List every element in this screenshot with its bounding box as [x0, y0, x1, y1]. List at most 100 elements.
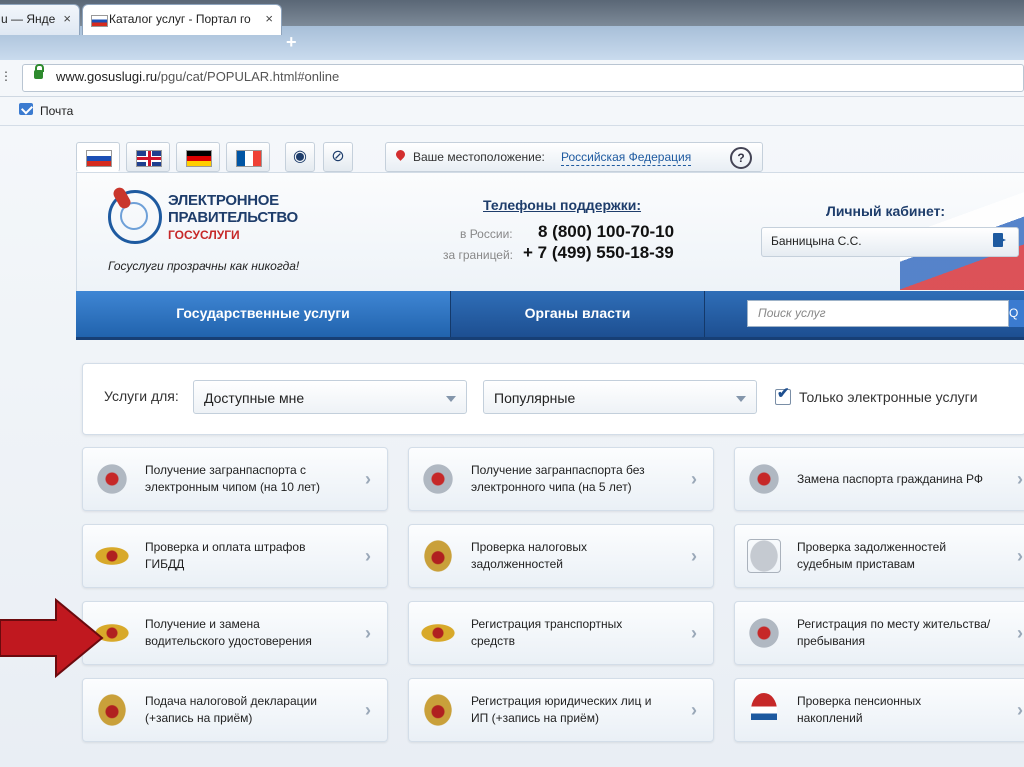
logout-icon[interactable] — [993, 233, 1003, 247]
only-electronic-label[interactable]: Только электронные услуги — [799, 389, 978, 405]
service-title[interactable]: Получение и замена водительского удостове… — [145, 616, 355, 650]
chevron-right-icon: › — [691, 546, 697, 566]
gosuslugi-logo-icon[interactable] — [108, 190, 162, 244]
support-phones-link[interactable]: Телефоны поддержки: — [483, 197, 641, 213]
service-title[interactable]: Регистрация транспортных средств — [471, 616, 681, 650]
service-title-line2: ГИБДД — [145, 557, 185, 571]
service-title-line2: задолженностей — [471, 557, 563, 571]
checkmark-icon: ✔ — [777, 385, 790, 402]
service-title[interactable]: Регистрация юридических лиц и ИП (+запись… — [471, 693, 681, 727]
category-select-value: Популярные — [494, 390, 576, 406]
migration-service-icon — [95, 462, 129, 496]
chevron-right-icon: › — [691, 469, 697, 489]
url-text[interactable]: www.gosuslugi.ru/pgu/cat/POPULAR.html#on… — [56, 69, 339, 84]
police-eagle-icon — [95, 539, 129, 573]
service-title-line1: Регистрация юридических лиц и — [471, 694, 652, 708]
service-title[interactable]: Проверка и оплата штрафов ГИБДД — [145, 539, 355, 573]
service-title-line1: Проверка пенсионных — [797, 694, 922, 708]
close-tab-icon[interactable]: × — [265, 5, 273, 33]
service-title[interactable]: Получение загранпаспорта с электронным чи… — [145, 462, 355, 496]
chevron-right-icon: › — [365, 623, 371, 643]
service-tile[interactable]: Проверка налоговых задолженностей › — [408, 524, 714, 588]
bookmark-mail[interactable]: Почта — [40, 104, 73, 118]
service-title-line2: судебным приставам — [797, 557, 915, 571]
support-russia-label: в России: — [460, 227, 513, 241]
mail-icon[interactable] — [19, 103, 33, 115]
service-title[interactable]: Подача налоговой декларации (+запись на п… — [145, 693, 355, 727]
service-title-line2: ИП (+запись на приём) — [471, 711, 599, 725]
audience-select-value: Доступные мне — [204, 390, 305, 406]
service-title-line1: Получение загранпаспорта без — [471, 463, 645, 477]
service-title[interactable]: Проверка задолженностей судебным пристава… — [797, 539, 1007, 573]
chevron-right-icon: › — [1017, 623, 1023, 643]
service-title-line2: (+запись на приём) — [145, 711, 253, 725]
language-english-button[interactable] — [126, 142, 170, 172]
language-german-button[interactable] — [176, 142, 220, 172]
service-tile[interactable]: Получение и замена водительского удостове… — [82, 601, 388, 665]
search-button[interactable]: Q — [1009, 300, 1024, 327]
tab-yandex[interactable]: u — Янде × — [0, 4, 80, 35]
service-title-line2: водительского удостоверения — [145, 634, 312, 648]
chevron-right-icon: › — [365, 700, 371, 720]
french-flag-icon — [236, 150, 262, 167]
service-title[interactable]: Замена паспорта гражданина РФ — [797, 471, 1007, 488]
migration-service-icon — [421, 462, 455, 496]
service-tile[interactable]: Получение загранпаспорта без электронного… — [408, 447, 714, 511]
tab-label: Каталог услуг - Портал го — [109, 12, 251, 26]
service-tile[interactable]: Проверка пенсионных накоплений › — [734, 678, 1024, 742]
support-russia-number: 8 (800) 100-70-10 — [538, 222, 675, 241]
service-tile[interactable]: Получение загранпаспорта с электронным чи… — [82, 447, 388, 511]
service-tile[interactable]: Проверка задолженностей судебным пристава… — [734, 524, 1024, 588]
location-label: Ваше местоположение: — [413, 150, 545, 164]
chevron-right-icon: › — [1017, 469, 1023, 489]
services-for-label: Услуги для: — [104, 388, 179, 404]
location-pin-icon — [394, 148, 407, 161]
service-title-line2: электронным чипом (на 10 лет) — [145, 480, 321, 494]
service-title[interactable]: Проверка налоговых задолженностей — [471, 539, 681, 573]
secure-lock-icon[interactable] — [34, 64, 44, 79]
german-flag-icon — [186, 150, 212, 167]
tab-gosuslugi-catalog[interactable]: Каталог услуг - Портал го × — [82, 4, 282, 35]
service-title-line2: электронного чипа (на 5 лет) — [471, 480, 632, 494]
chevron-right-icon: › — [365, 546, 371, 566]
search-input[interactable]: Поиск услуг — [747, 300, 1009, 327]
chevron-down-icon — [446, 396, 456, 402]
service-title[interactable]: Получение загранпаспорта без электронного… — [471, 462, 681, 496]
audience-select[interactable]: Доступные мне — [193, 380, 467, 414]
location-value[interactable]: Российская Федерация — [561, 149, 692, 166]
cabinet-user-name[interactable]: Банницына С.С. — [771, 234, 862, 248]
language-russian-button[interactable] — [76, 142, 120, 172]
nav-authorities[interactable]: Органы власти — [451, 291, 705, 337]
new-tab-button[interactable]: + — [286, 32, 297, 53]
service-title[interactable]: Проверка пенсионных накоплений — [797, 693, 1007, 727]
chevron-right-icon: › — [1017, 700, 1023, 720]
coat-of-arms-icon — [421, 539, 455, 573]
close-tab-icon[interactable]: × — [63, 5, 71, 33]
service-tile[interactable]: Проверка и оплата штрафов ГИБДД › — [82, 524, 388, 588]
service-tile[interactable]: Подача налоговой декларации (+запись на п… — [82, 678, 388, 742]
coat-of-arms-icon — [421, 693, 455, 727]
category-select[interactable]: Популярные — [483, 380, 757, 414]
chevron-down-icon — [736, 396, 746, 402]
support-abroad-label: за границей: — [443, 248, 514, 262]
service-title-line1: Регистрация транспортных — [471, 617, 623, 631]
language-french-button[interactable] — [226, 142, 270, 172]
logo-text-line1: ЭЛЕКТРОННОЕ — [168, 192, 279, 209]
compass-icon[interactable]: ⊘ — [323, 142, 353, 172]
support-abroad-number: + 7 (499) 550-18-39 — [523, 243, 674, 262]
bailiff-emblem-icon — [747, 539, 781, 573]
location-selector[interactable]: Ваше местоположение: Российская Федераци… — [385, 142, 763, 172]
service-title-line1: Проверка задолженностей — [797, 540, 947, 554]
service-title-line1: Получение и замена — [145, 617, 260, 631]
service-title-line2: средств — [471, 634, 515, 648]
uk-flag-icon — [136, 150, 162, 167]
service-tile[interactable]: Регистрация юридических лиц и ИП (+запись… — [408, 678, 714, 742]
service-tile[interactable]: Замена паспорта гражданина РФ › — [734, 447, 1024, 511]
nav-government-services[interactable]: Государственные услуги — [76, 291, 451, 337]
apps-grid-icon[interactable]: ⋮ — [0, 69, 12, 83]
service-title[interactable]: Регистрация по месту жительства/пребыван… — [797, 616, 1007, 650]
service-tile[interactable]: Регистрация транспортных средств › — [408, 601, 714, 665]
accessibility-eye-icon[interactable]: ◉ — [285, 142, 315, 172]
help-icon[interactable]: ? — [730, 147, 752, 169]
service-tile[interactable]: Регистрация по месту жительства/пребыван… — [734, 601, 1024, 665]
